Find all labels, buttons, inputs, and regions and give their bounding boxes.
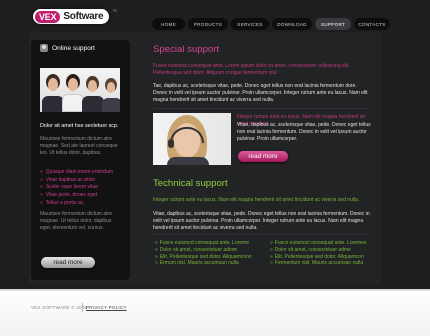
nav-support[interactable]: Support <box>315 18 351 30</box>
logo-text: Software <box>63 11 104 22</box>
special-intro: Fusce euismod consequat ante. Lorem ipsu… <box>153 63 350 76</box>
support-team-photo <box>40 68 120 112</box>
logo[interactable]: VEX Software ™ <box>33 9 117 24</box>
sidebar-text-1: Maurisee fermentum dictum atre magnae. S… <box>40 136 118 156</box>
technical-list-right: Fusce euismod consequat ante. Loremes Do… <box>270 240 367 267</box>
sidebar-link[interactable]: Tellus a pretiu ac. <box>40 200 113 208</box>
main-nav: Home Products Services Download Support … <box>152 18 390 30</box>
list-item[interactable]: Elit. Pellentesque sed dolor. Aliquamcon <box>270 254 367 261</box>
sidebar-links: Quisque diam lorem enterdum Vitae dapibu… <box>40 169 113 208</box>
page: VEX Software ™ Home Products Services Do… <box>0 0 430 336</box>
footer-separator <box>82 303 83 312</box>
sidebar-header: Online support <box>40 44 95 52</box>
nav-download[interactable]: Download <box>272 18 312 30</box>
sidebar-text-2: Maurisee fermentum dictum atre magnae. U… <box>40 211 112 231</box>
special-read-more-button[interactable]: read more <box>238 151 288 162</box>
technical-body: Vitae, dapibus ac, scelerisque vitae, pe… <box>153 211 370 231</box>
technical-green-line: Integer rutrum ante eu lacus. Nam elit m… <box>153 197 360 203</box>
technical-list-left: Fusce euismod consequat ante. Loreme Dol… <box>155 240 252 267</box>
support-agent-photo <box>153 113 231 165</box>
technical-support-title: Technical support <box>153 178 228 189</box>
special-support-title: Special support <box>153 44 220 55</box>
copyright: VEX SOFTWARE © 2008 <box>31 305 88 310</box>
nav-contacts[interactable]: Contacts <box>354 18 390 30</box>
footer <box>0 291 430 336</box>
sidebar-link[interactable]: Vitae pede, donec eget <box>40 192 113 200</box>
logo-badge: VEX <box>35 10 61 23</box>
sidebar-lead: Dolor sit amet hse sectetuer scp. <box>40 123 119 129</box>
logo-trademark: ™ <box>112 9 118 15</box>
support-icon <box>40 44 48 52</box>
sidebar-link[interactable]: Quisque diam lorem enterdum <box>40 169 113 177</box>
sidebar-read-more-button[interactable]: read more <box>41 257 95 268</box>
list-item[interactable]: Dolor sit amet, consectetuer adme <box>270 247 367 254</box>
sidebar-link[interactable]: Sceler sque lorem vitae <box>40 184 113 192</box>
nav-home[interactable]: Home <box>152 18 185 30</box>
nav-services[interactable]: Services <box>231 18 269 30</box>
privacy-policy-link[interactable]: Privacy policy <box>86 305 127 310</box>
list-item[interactable]: Fusce euismod consequat ante. Loreme <box>155 240 252 247</box>
divider <box>153 108 371 109</box>
special-side-text: Vitae, dapibus ac, scelerisque vitae, pe… <box>237 122 371 142</box>
nav-products[interactable]: Products <box>188 18 228 30</box>
list-item[interactable]: Fusce euismod consequat ante. Loremes <box>270 240 367 247</box>
sidebar-title: Online support <box>52 44 95 52</box>
divider <box>153 234 371 235</box>
list-item[interactable]: Ermum nisl. Mauris accumsan nulla <box>155 260 252 267</box>
list-item[interactable]: Dolor sit amet, consectetuer adiom <box>155 247 252 254</box>
list-item[interactable]: Elit. Pellentesque sed dolor. Aliquamcon… <box>155 254 252 261</box>
sidebar-link[interactable]: Vitae dapibus ac dolor <box>40 177 113 185</box>
special-body: Tae, dapibus ac, scelerisque vitae, pede… <box>153 83 368 103</box>
list-item[interactable]: Fermentum nisl. Mauris accumsan nulla <box>270 260 367 267</box>
